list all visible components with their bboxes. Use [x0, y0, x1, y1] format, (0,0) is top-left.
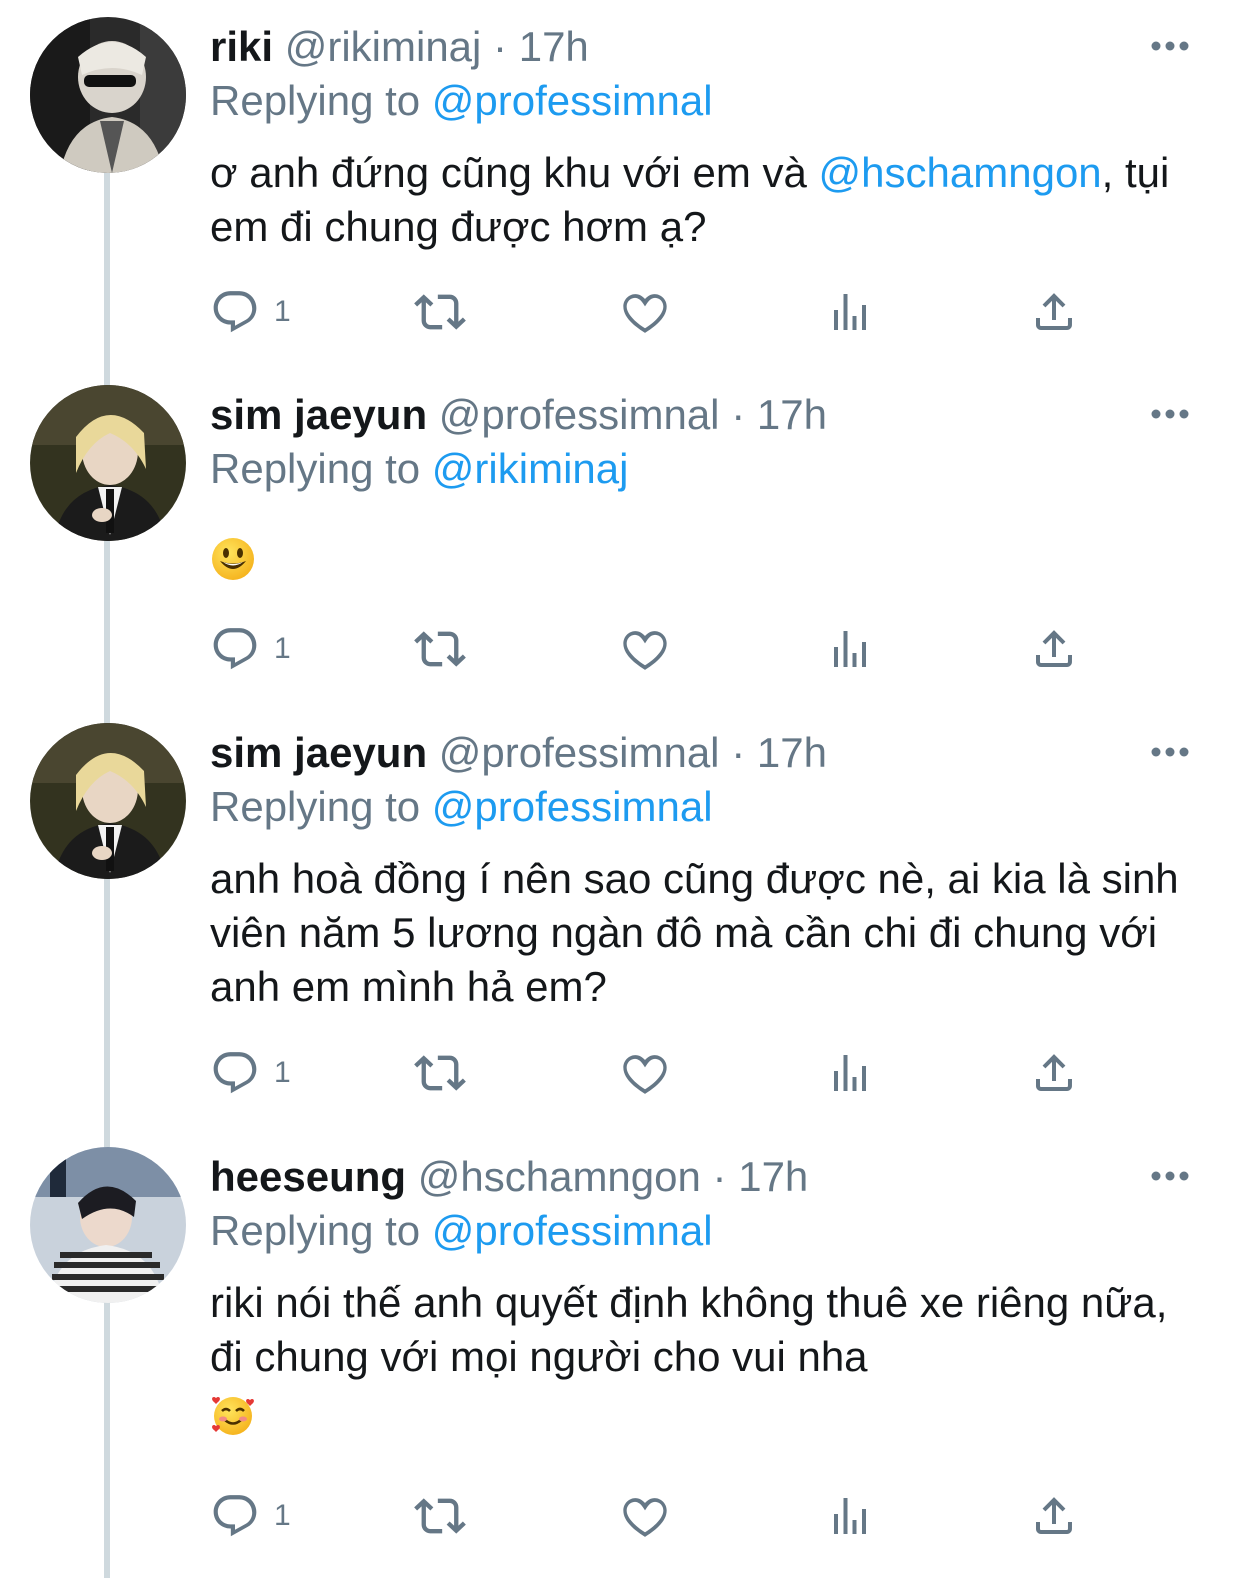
views-button[interactable]	[826, 282, 874, 342]
heart-icon	[620, 1048, 670, 1098]
reply-button[interactable]: 1	[210, 282, 291, 342]
author-handle[interactable]: @rikiminaj	[285, 23, 482, 70]
more-icon[interactable]	[1150, 745, 1190, 757]
author-name[interactable]: heeseung	[210, 1153, 406, 1200]
avatar[interactable]	[30, 385, 186, 541]
replying-to-label: Replying to	[210, 445, 421, 492]
smiling-face-with-hearts-emoji	[212, 1396, 254, 1435]
timestamp[interactable]: 17h	[519, 23, 589, 70]
analytics-icon	[826, 1049, 874, 1097]
avatar[interactable]	[30, 723, 186, 879]
reply-icon	[210, 287, 260, 337]
tweet-text-part: ơ anh đứng cũng khu với em và	[210, 149, 819, 196]
share-icon	[1030, 625, 1078, 673]
tweet-actions: 1	[210, 1043, 1110, 1103]
tweet-text: anh hoà đồng í nên sao cũng được nè, ai …	[210, 855, 1179, 1010]
share-icon	[1030, 1049, 1078, 1097]
replying-to-mention[interactable]: @professimnal	[432, 783, 713, 830]
author-handle[interactable]: @hschamngon	[418, 1153, 701, 1200]
reply-count: 1	[274, 1499, 291, 1532]
retweet-icon	[414, 286, 466, 338]
tweet-reply[interactable]: heeseung @hschamngon · 17h Replying to @…	[0, 1130, 1242, 1578]
heart-icon	[620, 624, 670, 674]
separator-dot: ·	[731, 391, 746, 438]
author-handle[interactable]: @professimnal	[439, 729, 720, 776]
retweet-icon	[414, 1047, 466, 1099]
more-icon[interactable]	[1150, 39, 1190, 51]
separator-dot: ·	[493, 23, 508, 70]
reply-icon	[210, 1491, 260, 1541]
share-button[interactable]	[1030, 282, 1078, 342]
tweet-text: riki nói thế anh quyết định không thuê x…	[210, 1279, 1168, 1380]
share-icon	[1030, 1492, 1078, 1540]
more-icon[interactable]	[1150, 407, 1190, 419]
retweet-button[interactable]	[414, 1043, 466, 1103]
like-button[interactable]	[620, 1043, 670, 1103]
tweet-reply[interactable]: riki @rikiminaj · 17h Replying to @profe…	[0, 0, 1242, 360]
tweet-actions: 1	[210, 282, 1110, 342]
replying-to-mention[interactable]: @rikiminaj	[432, 445, 629, 492]
reply-count: 1	[274, 1056, 291, 1089]
separator-dot: ·	[731, 729, 746, 776]
tweet-text: ơ anh đứng cũng khu với em và @hschamngo…	[210, 146, 1202, 254]
share-button[interactable]	[1030, 1043, 1078, 1103]
reply-button[interactable]: 1	[210, 619, 291, 679]
tweet-reply[interactable]: sim jaeyun @professimnal · 17h Replying …	[0, 368, 1242, 698]
retweet-button[interactable]	[414, 1486, 466, 1546]
tweet-text	[210, 532, 1202, 586]
author-name[interactable]: riki	[210, 23, 273, 70]
retweet-button[interactable]	[414, 282, 466, 342]
views-button[interactable]	[826, 1043, 874, 1103]
heart-icon	[620, 1491, 670, 1541]
timestamp[interactable]: 17h	[757, 391, 827, 438]
tweet-actions: 1	[210, 619, 1110, 679]
replying-to-label: Replying to	[210, 77, 421, 124]
separator-dot: ·	[712, 1153, 727, 1200]
avatar[interactable]	[30, 17, 186, 173]
replying-to-label: Replying to	[210, 783, 421, 830]
like-button[interactable]	[620, 282, 670, 342]
share-button[interactable]	[1030, 619, 1078, 679]
author-name[interactable]: sim jaeyun	[210, 391, 427, 438]
smiling-face-emoji	[212, 538, 254, 580]
avatar[interactable]	[30, 1147, 186, 1303]
reply-count: 1	[274, 295, 291, 328]
author-handle[interactable]: @professimnal	[439, 391, 720, 438]
replying-to-mention[interactable]: @professimnal	[432, 1207, 713, 1254]
tweet-reply[interactable]: sim jaeyun @professimnal · 17h Replying …	[0, 706, 1242, 1122]
share-button[interactable]	[1030, 1486, 1078, 1546]
replying-to-label: Replying to	[210, 1207, 421, 1254]
views-button[interactable]	[826, 619, 874, 679]
like-button[interactable]	[620, 1486, 670, 1546]
tweet-actions: 1	[210, 1486, 1110, 1546]
like-button[interactable]	[620, 619, 670, 679]
retweet-icon	[414, 623, 466, 675]
author-name[interactable]: sim jaeyun	[210, 729, 427, 776]
retweet-icon	[414, 1490, 466, 1542]
reply-button[interactable]: 1	[210, 1486, 291, 1546]
analytics-icon	[826, 625, 874, 673]
retweet-button[interactable]	[414, 619, 466, 679]
replying-to-mention[interactable]: @professimnal	[432, 77, 713, 124]
views-button[interactable]	[826, 1486, 874, 1546]
timestamp[interactable]: 17h	[738, 1153, 808, 1200]
share-icon	[1030, 288, 1078, 336]
reply-button[interactable]: 1	[210, 1043, 291, 1103]
heart-icon	[620, 287, 670, 337]
mention-link[interactable]: @hschamngon	[819, 149, 1102, 196]
analytics-icon	[826, 288, 874, 336]
reply-icon	[210, 624, 260, 674]
reply-count: 1	[274, 632, 291, 665]
timestamp[interactable]: 17h	[757, 729, 827, 776]
analytics-icon	[826, 1492, 874, 1540]
more-icon[interactable]	[1150, 1169, 1190, 1181]
reply-icon	[210, 1048, 260, 1098]
